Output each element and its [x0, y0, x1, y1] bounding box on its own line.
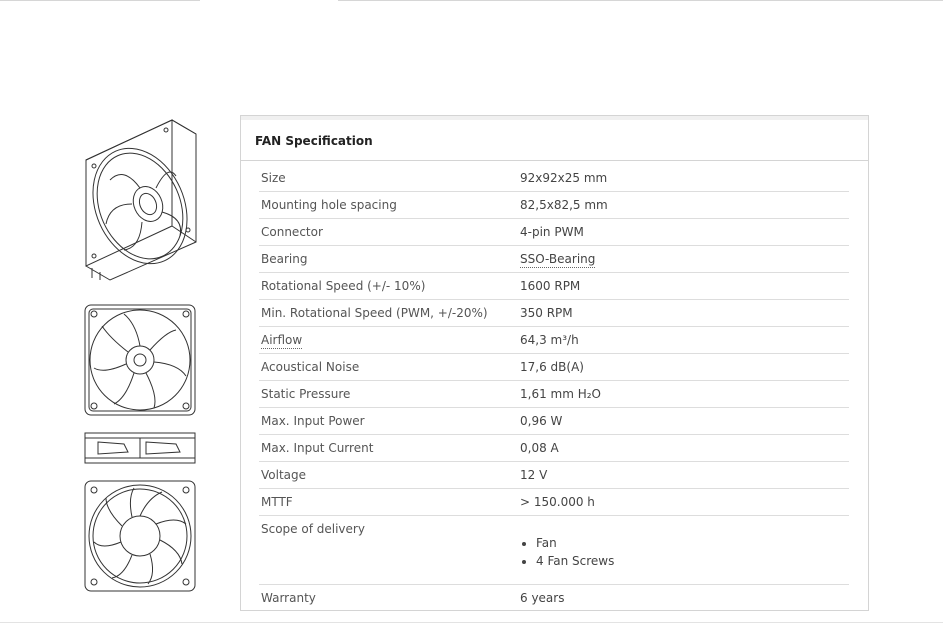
spec-row-mounting-hole-spacing: Mounting hole spacing 82,5x82,5 mm	[259, 192, 849, 219]
spec-value: 1,61 mm H₂O	[520, 387, 602, 401]
spec-label: Bearing	[261, 252, 308, 266]
spec-row-rotational-speed: Rotational Speed (+/- 10%) 1600 RPM	[259, 273, 849, 300]
airflow-tooltip-link[interactable]: Airflow	[261, 333, 303, 349]
bearing-tooltip-link[interactable]: SSO-Bearing	[520, 252, 596, 268]
spec-label: MTTF	[261, 495, 293, 509]
top-divider-right	[338, 0, 943, 1]
spec-label: Connector	[261, 225, 323, 239]
spec-table: Size 92x92x25 mm Mounting hole spacing 8…	[259, 165, 849, 612]
spec-row-airflow: Airflow 64,3 m³/h	[259, 327, 849, 354]
spec-label: Acoustical Noise	[261, 360, 360, 374]
fan-isometric-drawing-icon	[85, 119, 197, 281]
spec-row-voltage: Voltage 12 V	[259, 462, 849, 489]
spec-label: Mounting hole spacing	[261, 198, 397, 212]
spec-row-connector: Connector 4-pin PWM	[259, 219, 849, 246]
spec-title: FAN Specification	[255, 134, 373, 148]
spec-value: 64,3 m³/h	[520, 333, 579, 347]
delivery-list: Fan 4 Fan Screws	[520, 534, 614, 570]
spec-row-min-rotational-speed: Min. Rotational Speed (PWM, +/-20%) 350 …	[259, 300, 849, 327]
spec-value: 0,96 W	[520, 414, 563, 428]
spec-value: 4-pin PWM	[520, 225, 584, 239]
spec-row-size: Size 92x92x25 mm	[259, 165, 849, 192]
fan-back-drawing-icon	[84, 480, 196, 592]
spec-value: 82,5x82,5 mm	[520, 198, 608, 212]
spec-row-acoustical-noise: Acoustical Noise 17,6 dB(A)	[259, 354, 849, 381]
spec-row-max-input-power: Max. Input Power 0,96 W	[259, 408, 849, 435]
bottom-divider	[0, 622, 943, 623]
fan-side-drawing-icon	[84, 432, 196, 464]
list-item: 4 Fan Screws	[536, 552, 614, 570]
spec-label: Warranty	[261, 591, 316, 605]
spec-value: 350 RPM	[520, 306, 573, 320]
spec-row-static-pressure: Static Pressure 1,61 mm H₂O	[259, 381, 849, 408]
spec-label: Rotational Speed (+/- 10%)	[261, 279, 426, 293]
spec-label: Max. Input Power	[261, 414, 365, 428]
spec-value: 6 years	[520, 591, 565, 605]
spec-row-bearing: Bearing SSO-Bearing	[259, 246, 849, 273]
spec-label: Min. Rotational Speed (PWM, +/-20%)	[261, 306, 488, 320]
spec-label: Max. Input Current	[261, 441, 374, 455]
spec-label: Voltage	[261, 468, 307, 482]
spec-value: > 150.000 h	[520, 495, 595, 509]
spec-label: Static Pressure	[261, 387, 351, 401]
spec-value: 12 V	[520, 468, 548, 482]
top-divider-left	[0, 0, 200, 1]
spec-value: 1600 RPM	[520, 279, 581, 293]
spec-row-warranty: Warranty 6 years	[259, 585, 849, 612]
spec-label: Scope of delivery	[261, 522, 365, 536]
product-page: FAN Specification Size 92x92x25 mm Mount…	[0, 0, 943, 625]
spec-row-max-input-current: Max. Input Current 0,08 A	[259, 435, 849, 462]
spec-label: Size	[261, 171, 286, 185]
spec-row-mttf: MTTF > 150.000 h	[259, 489, 849, 516]
spec-value: 92x92x25 mm	[520, 171, 608, 185]
title-divider	[241, 160, 868, 161]
list-item: Fan	[536, 534, 614, 552]
fan-front-drawing-icon	[84, 304, 196, 416]
spec-row-scope-of-delivery: Scope of delivery Fan 4 Fan Screws	[259, 516, 849, 585]
spec-value: 0,08 A	[520, 441, 559, 455]
spec-value: 17,6 dB(A)	[520, 360, 584, 374]
fan-specification-panel: FAN Specification Size 92x92x25 mm Mount…	[240, 115, 869, 611]
